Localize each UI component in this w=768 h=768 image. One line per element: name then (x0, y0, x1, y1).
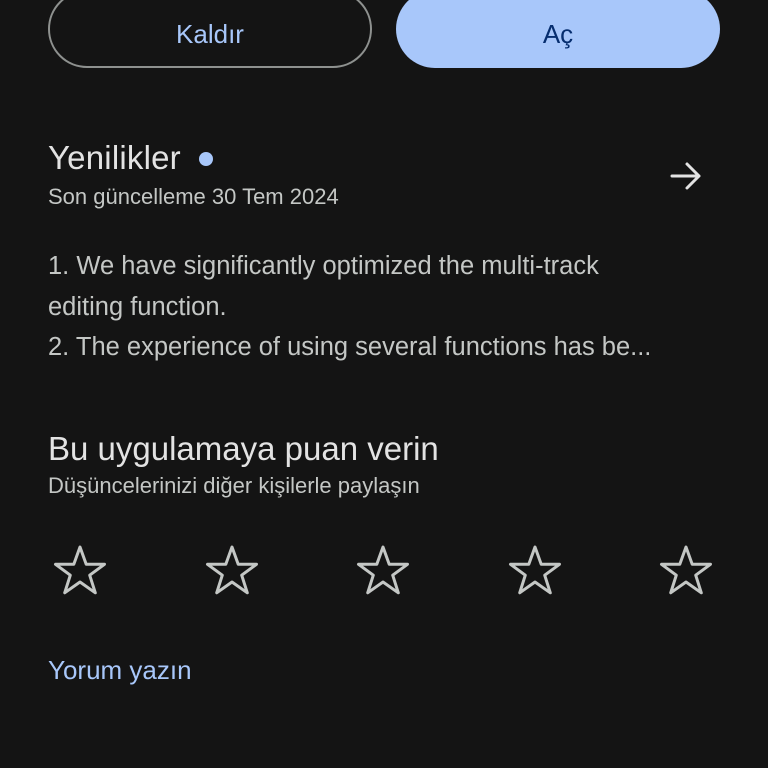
open-button[interactable]: Aç (396, 0, 720, 68)
rate-app-section: Bu uygulamaya puan verin Düşüncelerinizi… (48, 425, 720, 499)
uninstall-button[interactable]: Kaldır (48, 0, 372, 68)
arrow-right-icon[interactable] (666, 156, 706, 196)
rate-app-title: Bu uygulamaya puan verin (48, 430, 439, 467)
star-outline-icon[interactable] (656, 542, 716, 602)
star-outline-icon[interactable] (50, 542, 110, 602)
whats-new-header[interactable]: Yenilikler Son güncelleme 30 Tem 2024 (48, 136, 720, 210)
release-note-line: 1. We have significantly optimized the m… (48, 252, 599, 280)
last-updated-text: Son güncelleme 30 Tem 2024 (48, 184, 339, 209)
release-note-line: editing function. (48, 292, 227, 321)
app-details-screen: Kaldır Aç Yenilikler Son güncelleme 30 T… (0, 0, 768, 768)
release-note-line: 2. The experience of using several funct… (48, 333, 652, 361)
whats-new-title: Yenilikler (48, 139, 181, 176)
action-buttons: Kaldır Aç (48, 0, 720, 70)
write-review-link[interactable]: Yorum yazın (48, 655, 192, 686)
star-outline-icon[interactable] (202, 542, 262, 602)
star-outline-icon[interactable] (505, 542, 565, 602)
star-outline-icon[interactable] (353, 542, 413, 602)
release-notes: 1. We have significantly optimized the m… (48, 246, 720, 368)
rate-app-subtitle: Düşüncelerinizi diğer kişilerle paylaşın (48, 473, 420, 498)
star-rating (50, 542, 718, 602)
whats-new-title-row: Yenilikler (48, 136, 720, 180)
new-indicator-dot (198, 152, 213, 166)
